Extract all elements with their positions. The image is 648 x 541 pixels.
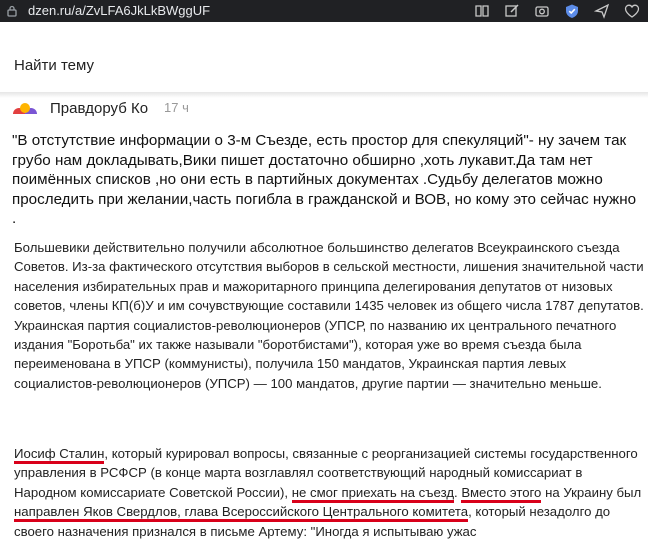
quote-paragraph-2: Иосиф Сталин, который курировал вопросы,…: [14, 444, 644, 541]
quote-text-2: Иосиф Сталин, который курировал вопросы,…: [14, 444, 644, 541]
reader-mode-icon[interactable]: [474, 3, 490, 19]
browser-toolbar: [474, 3, 640, 19]
site-info-icon[interactable]: [6, 5, 18, 17]
avatar[interactable]: [11, 100, 39, 114]
underlined-not-arrive: не смог приехать на съезд: [291, 484, 455, 503]
find-topic-label[interactable]: Найти тему: [14, 57, 94, 74]
screenshot-icon[interactable]: [534, 3, 550, 19]
comment-time: 17 ч: [164, 100, 189, 115]
quote-paragraph-1: Большевики действительно получили абсолю…: [14, 238, 644, 393]
divider: [0, 92, 648, 98]
topic-search-bar[interactable]: Найти тему: [0, 22, 648, 98]
browser-address-bar: dzen.ru/a/ZvLFA6JkLkBWggUF: [0, 0, 648, 22]
underlined-instead: Вместо этого: [461, 484, 542, 503]
url-text[interactable]: dzen.ru/a/ZvLFA6JkLkBWggUF: [28, 3, 210, 18]
share-icon[interactable]: [593, 3, 610, 19]
favorite-icon[interactable]: [624, 3, 640, 19]
comment-author[interactable]: Правдоруб Ко: [50, 100, 148, 117]
comment-text: "В отстутствие информации о 3-м Съезде, …: [12, 132, 637, 227]
underlined-sverdlov: направлен Яков Свердлов, глава Всероссий…: [14, 504, 469, 523]
underlined-stalin: Иосиф Сталин: [14, 446, 105, 464]
quote-text-1: Большевики действительно получили абсолю…: [14, 240, 644, 391]
shield-icon[interactable]: [564, 3, 580, 19]
quote-text-2f: на Украину был: [541, 484, 642, 500]
edit-icon[interactable]: [504, 3, 520, 19]
